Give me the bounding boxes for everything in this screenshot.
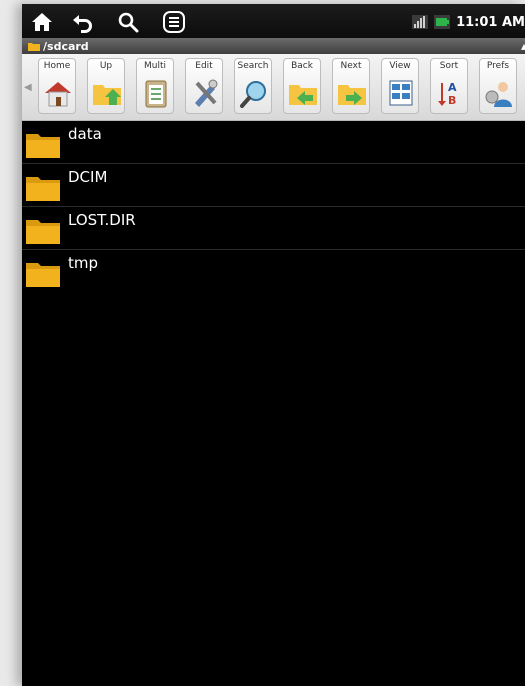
file-name: LOST.DIR [68, 211, 136, 229]
next-button[interactable]: Next [332, 58, 370, 114]
multi-button[interactable]: Multi [136, 58, 174, 114]
next-button-label: Next [340, 61, 362, 71]
list-item[interactable]: data [22, 121, 525, 164]
svg-text:B: B [448, 94, 456, 107]
file-name: data [68, 125, 102, 143]
scroll-left-icon[interactable]: ◀ [24, 82, 32, 93]
up-button-label: Up [99, 61, 113, 71]
prefs-icon [485, 82, 512, 107]
list-item[interactable]: LOST.DIR [22, 207, 525, 250]
file-name: tmp [68, 254, 99, 272]
prefs-button[interactable]: Prefs [479, 58, 517, 114]
back-icon[interactable] [70, 10, 94, 34]
list-item[interactable]: DCIM [22, 164, 525, 207]
up-button[interactable]: Up [87, 58, 125, 114]
prefs-button-label: Prefs [486, 61, 510, 71]
status-bar: 11:01 AM [22, 4, 525, 38]
tools-icon [195, 79, 218, 107]
edit-button-label: Edit [195, 61, 213, 71]
clipboard-icon [145, 80, 167, 108]
current-path: /sdcard [43, 39, 89, 53]
sort-button-label: Sort [439, 61, 459, 71]
home-button[interactable]: Home [38, 58, 76, 114]
edit-button[interactable]: Edit [185, 58, 223, 114]
search-button[interactable]: Search [234, 58, 272, 114]
svg-text:A: A [448, 81, 457, 94]
file-list: data DCIM LOST.DIR tmp [22, 121, 525, 292]
signal-icon [412, 15, 429, 29]
view-icon [389, 80, 413, 106]
home-icon[interactable] [30, 10, 54, 34]
device-screen: 11:01 AM /sdcard ▴ ◀ Home Up Multi Edit … [22, 4, 525, 686]
multi-button-label: Multi [144, 61, 166, 71]
status-right: 11:01 AM [412, 12, 525, 32]
magnifier-icon [240, 81, 266, 108]
clock: 11:01 AM [456, 14, 525, 30]
file-name: DCIM [68, 168, 108, 186]
sort-icon: A B [438, 81, 457, 107]
folder-back-icon [289, 85, 317, 105]
back-button-label: Back [291, 61, 313, 71]
list-item[interactable]: tmp [22, 250, 525, 292]
house-icon [45, 82, 71, 107]
battery-icon [434, 15, 451, 29]
folder-icon [26, 263, 60, 287]
folder-icon [28, 42, 40, 51]
path-bar: /sdcard ▴ [22, 38, 525, 54]
home-button-label: Home [43, 61, 71, 71]
search-icon[interactable] [116, 10, 140, 34]
menu-icon[interactable] [162, 10, 186, 34]
back-button[interactable]: Back [283, 58, 321, 114]
folder-up-icon [93, 85, 121, 105]
expand-path-icon[interactable]: ▴ [521, 39, 525, 53]
view-button[interactable]: View [381, 58, 419, 114]
folder-icon [26, 220, 60, 244]
folder-icon [26, 177, 60, 201]
search-button-label: Search [237, 61, 269, 71]
folder-icon [26, 134, 60, 158]
view-button-label: View [389, 61, 411, 71]
folder-next-icon [338, 85, 366, 105]
toolbar: ◀ Home Up Multi Edit Search Back Next Vi… [22, 54, 525, 121]
sort-button[interactable]: Sort A B [430, 58, 468, 114]
